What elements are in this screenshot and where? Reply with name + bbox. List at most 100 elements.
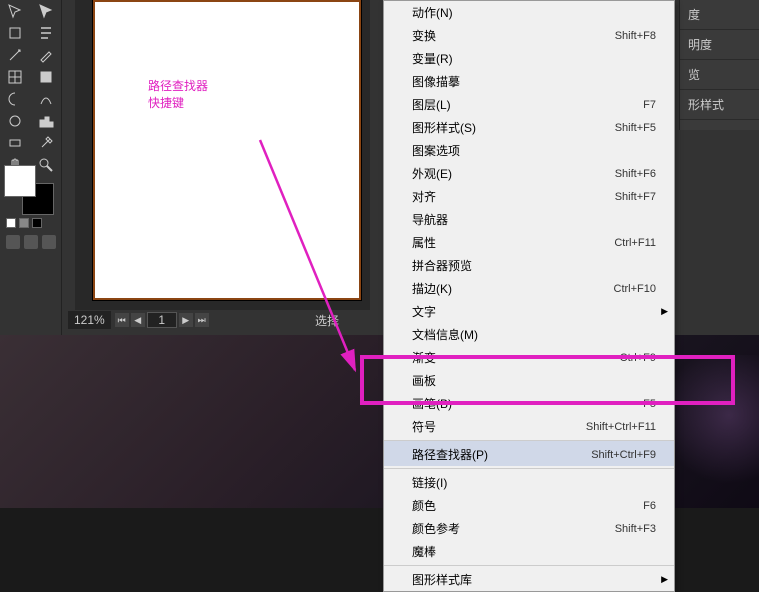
panel-tab[interactable]: 览 [680, 60, 759, 90]
menu-item[interactable]: 外观(E)Shift+F6 [384, 162, 674, 185]
menu-item[interactable]: 魔棒 [384, 540, 674, 563]
tool-icon[interactable] [32, 133, 60, 153]
menu-item[interactable]: 变量(R) [384, 47, 674, 70]
menu-item[interactable]: 图案选项 [384, 139, 674, 162]
status-bar: 121% ⏮ ◀ ▶ ⏭ [68, 310, 209, 330]
menu-item-label: 颜色 [412, 497, 436, 514]
tool-icon[interactable] [32, 111, 60, 131]
panel-tab[interactable]: 形样式 [680, 90, 759, 120]
next-page-button[interactable]: ▶ [179, 313, 193, 327]
submenu-arrow-icon: ▶ [661, 574, 668, 585]
zoom-level[interactable]: 121% [68, 311, 111, 329]
menu-shortcut: Shift+F3 [615, 523, 656, 535]
menu-item[interactable]: 导航器 [384, 208, 674, 231]
menu-item[interactable]: 渐变 Ctrl+F9 [384, 346, 674, 369]
menu-item-label: 图形样式(S) [412, 119, 476, 136]
annotation-line: 路径查找器 [148, 78, 208, 95]
menu-item[interactable]: 对齐 Shift+F7 [384, 185, 674, 208]
menu-item[interactable]: 描边(K)Ctrl+F10 [384, 277, 674, 300]
mini-swatches[interactable] [6, 218, 42, 228]
menu-shortcut: Shift+Ctrl+F9 [591, 449, 656, 461]
menu-item[interactable]: 文字 ▶ [384, 300, 674, 323]
menu-item[interactable]: 颜色 F6 [384, 494, 674, 517]
panel-tab[interactable]: 明度 [680, 30, 759, 60]
color-swatches[interactable] [4, 165, 54, 215]
last-page-button[interactable]: ⏭ [195, 313, 209, 327]
tool-icon[interactable] [1, 89, 29, 109]
menu-item[interactable]: 属性Ctrl+F11 [384, 231, 674, 254]
prev-page-button[interactable]: ◀ [131, 313, 145, 327]
tool-icon[interactable] [1, 111, 29, 131]
annotation-line: 快捷键 [148, 95, 208, 112]
tool-icon[interactable] [32, 67, 60, 87]
menu-item[interactable]: 图层(L) F7 [384, 93, 674, 116]
menu-item-label: 路径查找器(P) [412, 446, 488, 463]
tool-icon[interactable] [1, 133, 29, 153]
menu-item-label: 图像描摹 [412, 73, 460, 90]
menu-shortcut: Shift+F8 [615, 30, 656, 42]
tool-icon[interactable] [32, 1, 60, 21]
menu-item[interactable]: 画笔(B) F5 [384, 392, 674, 415]
menu-item[interactable]: 颜色参考 Shift+F3 [384, 517, 674, 540]
menu-shortcut: Shift+F7 [615, 191, 656, 203]
menu-item-label: 图案选项 [412, 142, 460, 159]
menu-item-label: 魔棒 [412, 543, 436, 560]
tool-icon[interactable] [1, 23, 29, 43]
menu-item[interactable]: 符号 Shift+Ctrl+F11 [384, 415, 674, 438]
menu-item[interactable]: 画板 [384, 369, 674, 392]
menu-item-label: 外观(E) [412, 165, 452, 182]
menu-item[interactable]: 文档信息(M) [384, 323, 674, 346]
menu-item-label: 图层(L) [412, 96, 451, 113]
tool-icon[interactable] [1, 1, 29, 21]
menu-item[interactable]: 拼合器预览 [384, 254, 674, 277]
tool-icon[interactable] [32, 23, 60, 43]
menu-shortcut: F7 [643, 99, 656, 111]
menu-item-label: 图形样式库 [412, 571, 472, 588]
menu-item-label: 符号 [412, 418, 436, 435]
tool-icon[interactable] [32, 45, 60, 65]
menu-shortcut: F5 [643, 398, 656, 410]
right-panels: 度 明度 览 形样式 [679, 0, 759, 130]
tool-icon[interactable] [32, 89, 60, 109]
menu-item-label: 导航器 [412, 211, 448, 228]
menu-item[interactable]: 图形样式(S) Shift+F5 [384, 116, 674, 139]
menu-item-label: 对齐 [412, 188, 436, 205]
tool-icon[interactable] [1, 67, 29, 87]
menu-shortcut: Ctrl+F9 [620, 352, 656, 364]
menu-item[interactable]: 图像描摹 [384, 70, 674, 93]
menu-shortcut: Shift+Ctrl+F11 [586, 421, 656, 433]
menu-item[interactable]: 链接(I) [384, 468, 674, 494]
canvas-area[interactable] [75, 0, 370, 310]
page-input[interactable] [147, 312, 177, 328]
menu-item-label: 属性 [412, 234, 436, 251]
menu-item[interactable]: 变换 Shift+F8 [384, 24, 674, 47]
page-navigator: ⏮ ◀ ▶ ⏭ [115, 312, 209, 328]
menu-item-label: 链接(I) [412, 474, 447, 491]
tools-panel [0, 0, 62, 335]
menu-item-label: 文字 [412, 303, 436, 320]
selection-label: 选择 [315, 312, 339, 329]
menu-item[interactable]: 动作(N) [384, 1, 674, 24]
panel-tab[interactable]: 度 [680, 0, 759, 30]
menu-item-label: 画板 [412, 372, 436, 389]
menu-item[interactable]: 路径查找器(P) Shift+Ctrl+F9 [384, 440, 674, 466]
menu-item-label: 变换 [412, 27, 436, 44]
first-page-button[interactable]: ⏮ [115, 313, 129, 327]
menu-item-label: 画笔(B) [412, 395, 452, 412]
menu-item-label: 拼合器预览 [412, 257, 472, 274]
annotation-text: 路径查找器 快捷键 [148, 78, 208, 112]
menu-shortcut: F6 [643, 500, 656, 512]
window-menu: 动作(N) 变换 Shift+F8 变量(R) 图像描摹图层(L) F7 图形样式(S) Sh… [383, 0, 675, 592]
tool-icon[interactable] [1, 45, 29, 65]
menu-shortcut: Shift+F5 [615, 122, 656, 134]
menu-item-label: 动作(N) [412, 4, 453, 21]
menu-item[interactable]: 图形样式库 ▶ [384, 565, 674, 591]
fg-swatch[interactable] [4, 165, 36, 197]
submenu-arrow-icon: ▶ [661, 306, 668, 317]
artboard[interactable] [93, 0, 361, 300]
menu-item-label: 变量(R) [412, 50, 453, 67]
mode-icons[interactable] [6, 235, 56, 249]
menu-item-label: 颜色参考 [412, 520, 460, 537]
menu-item-label: 描边(K) [412, 280, 452, 297]
menu-item-label: 渐变 [412, 349, 436, 366]
